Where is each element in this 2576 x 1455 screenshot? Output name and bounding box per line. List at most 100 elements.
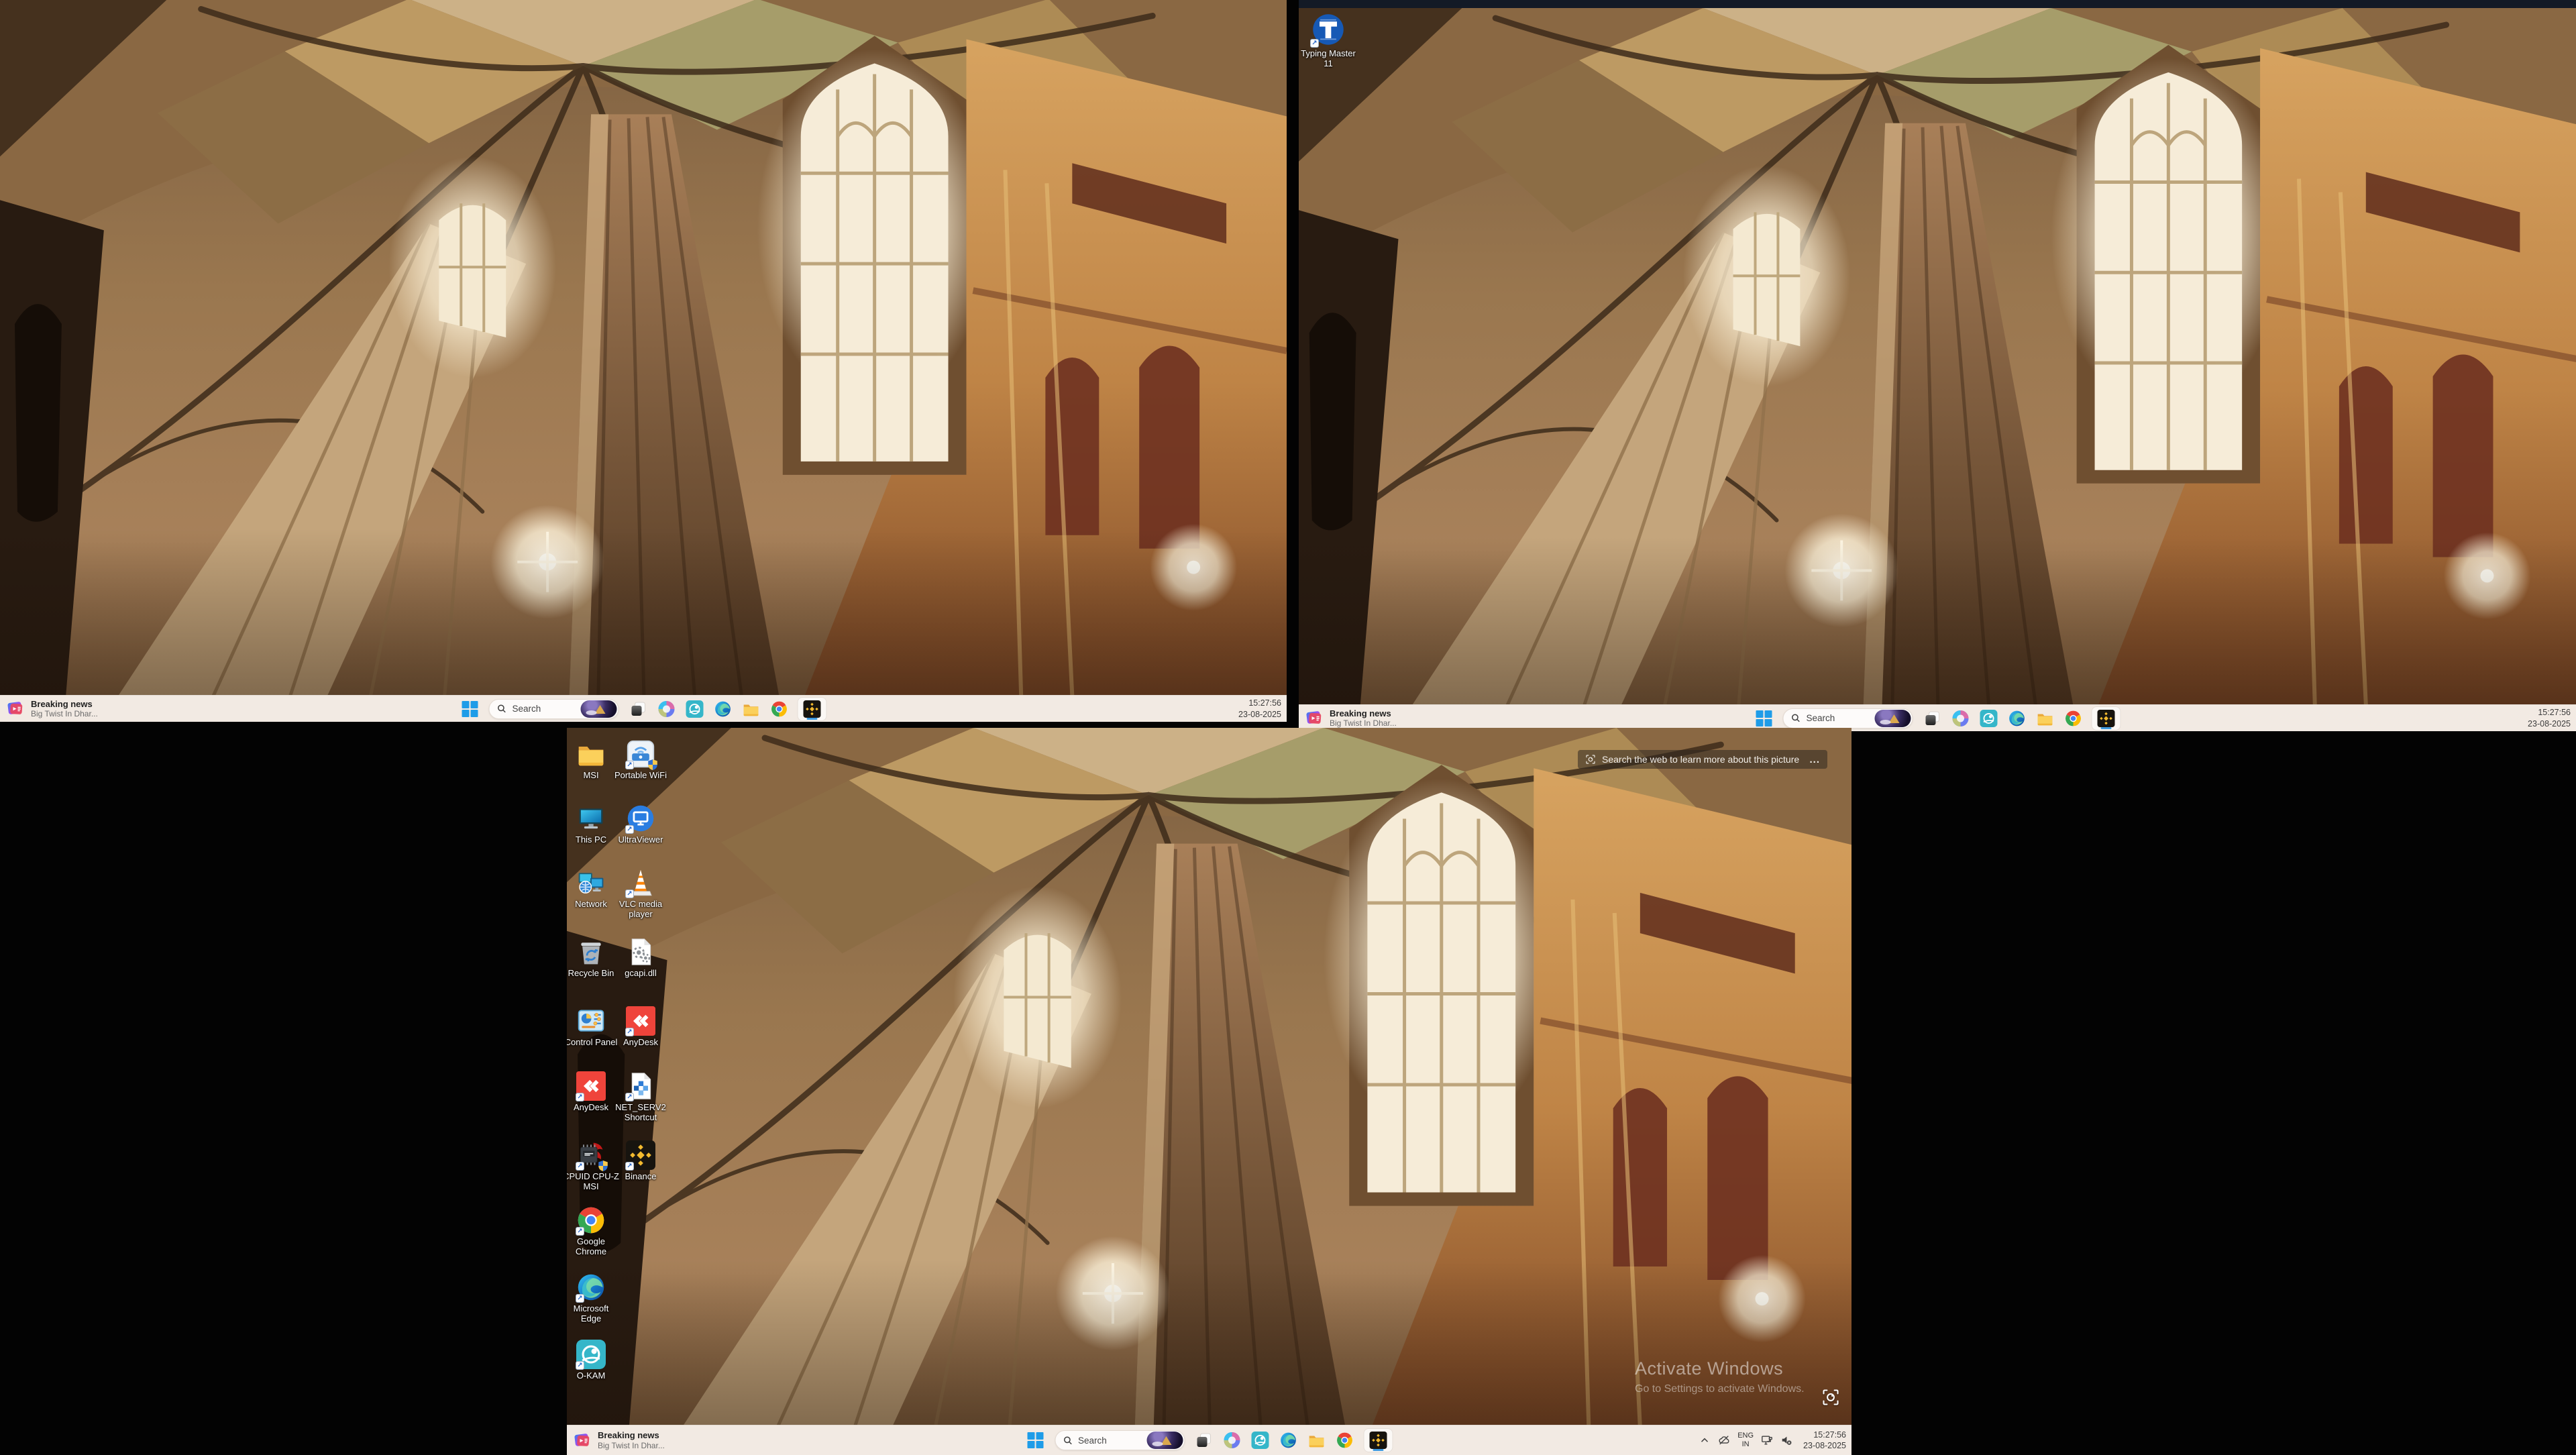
task-view-button[interactable] — [1923, 709, 1941, 727]
file-explorer-button[interactable] — [2036, 709, 2054, 727]
this-pc-icon — [576, 804, 606, 833]
shortcut-arrow-icon: ↗ — [576, 1162, 584, 1171]
widgets-button[interactable]: Breaking news Big Twist In Dhar... — [574, 1425, 665, 1455]
taskbar-right: ENGIN 15:27:56 23-08-2025 — [1699, 1425, 1846, 1455]
desktop-icon-gcapi-dll[interactable]: gcapi.dll — [612, 937, 669, 979]
edge-button[interactable] — [2008, 709, 2026, 727]
desktop-icon-edge[interactable]: ↗Microsoft Edge — [567, 1273, 619, 1324]
desktop-icon-vlc[interactable]: ↗VLC media player — [612, 868, 669, 919]
okam-icon — [686, 700, 703, 718]
desktop-icon-label: Control Panel — [567, 1038, 617, 1048]
system-tray: ENGIN — [1699, 1432, 1792, 1448]
desktop-icon-network[interactable]: Network — [567, 868, 619, 910]
desktop-icon-binance[interactable]: ↗Binance — [612, 1140, 669, 1182]
desktop-icon-cpu-z[interactable]: ↗CPUID CPU-Z MSI — [567, 1140, 619, 1191]
icon-art: ↗ — [626, 739, 655, 769]
icon-art: ↗ — [576, 1071, 606, 1101]
taskbar-clock[interactable]: 15:27:56 23-08-2025 — [1803, 1430, 1846, 1452]
okam-app-button[interactable] — [1251, 1432, 1269, 1450]
uac-shield-icon — [597, 1160, 609, 1172]
taskbar-center: Search — [1026, 1425, 1392, 1455]
taskbar-clock[interactable]: 15:27:56 23-08-2025 — [1238, 698, 1281, 720]
wallpaper-cathedral — [567, 728, 1851, 1455]
hidden-icons-chevron[interactable] — [1699, 1434, 1711, 1446]
search-placeholder: Search — [1078, 1436, 1141, 1446]
recycle-bin-icon — [576, 937, 606, 967]
chrome-button[interactable] — [770, 700, 788, 718]
news-widget-icon — [7, 700, 25, 718]
search-box[interactable]: Search — [1055, 1430, 1185, 1450]
chrome-icon — [2064, 710, 2082, 727]
taskbar: Breaking news Big Twist In Dhar... Searc… — [0, 695, 1287, 722]
search-spotlight-thumbnail[interactable] — [581, 700, 617, 718]
edge-button[interactable] — [1279, 1432, 1297, 1450]
file-explorer-icon — [742, 700, 759, 718]
language-switcher[interactable]: ENGIN — [1737, 1432, 1754, 1448]
copilot-button[interactable] — [1951, 709, 1970, 727]
chrome-button[interactable] — [2064, 709, 2082, 727]
start-button[interactable] — [1026, 1432, 1044, 1450]
desktop-icon-control-panel[interactable]: Control Panel — [567, 1006, 619, 1048]
search-icon — [497, 704, 507, 714]
edge-icon — [1280, 1432, 1297, 1449]
desktop-icon-label: VLC media player — [612, 900, 669, 919]
search-spotlight-thumbnail[interactable] — [1146, 1432, 1183, 1449]
desktop-icon-this-pc[interactable]: This PC — [567, 804, 619, 845]
start-button[interactable] — [461, 700, 479, 718]
uac-shield-icon — [647, 759, 659, 771]
chrome-icon — [770, 700, 788, 718]
desktop-icon-okam[interactable]: ↗O-KAM — [567, 1340, 619, 1381]
start-button[interactable] — [1755, 709, 1773, 727]
binance-button[interactable] — [798, 698, 826, 720]
icon-art — [576, 1006, 606, 1036]
binance-icon — [804, 700, 821, 718]
desktop-icon-label: Portable WiFi — [614, 771, 667, 781]
desktop-icon-typing-master[interactable]: ↗ Typing Master 11 — [1300, 12, 1356, 68]
spotlight-more-button[interactable]: ... — [1809, 754, 1820, 765]
chrome-button[interactable] — [1336, 1432, 1354, 1450]
edge-icon — [2008, 710, 2025, 727]
spotlight-camera-icon[interactable] — [1821, 1388, 1840, 1407]
widget-text: Breaking news Big Twist In Dhar... — [598, 1430, 665, 1450]
desktop-icon-recycle-bin[interactable]: Recycle Bin — [567, 937, 619, 979]
binance-button[interactable] — [2092, 707, 2121, 730]
desktop-icon-ultraviewer[interactable]: ↗UltraViewer — [612, 804, 669, 845]
taskbar-clock[interactable]: 15:27:56 23-08-2025 — [2528, 707, 2571, 729]
search-spotlight-thumbnail[interactable] — [1875, 710, 1911, 727]
desktop-icon-net-serv2[interactable]: ↗NET_SERV2 Shortcut — [612, 1071, 669, 1122]
ethernet-icon[interactable] — [1761, 1434, 1773, 1446]
binance-icon — [1369, 1432, 1387, 1449]
okam-app-button[interactable] — [686, 700, 704, 718]
desktop-icon-label: Microsoft Edge — [567, 1304, 619, 1324]
desktop-icon-label: NET_SERV2 Shortcut — [612, 1103, 669, 1122]
widgets-button[interactable]: Breaking news Big Twist In Dhar... — [7, 696, 98, 722]
search-box[interactable]: Search — [1783, 708, 1913, 729]
file-explorer-icon — [1308, 1432, 1326, 1449]
taskbar: Breaking news Big Twist In Dhar... Searc… — [567, 1425, 1851, 1455]
desktop-icon-portable-wifi[interactable]: ↗ Portable WiFi — [612, 739, 669, 781]
folder-icon — [576, 739, 606, 769]
icon-art: ↗ — [626, 804, 655, 833]
news-widget-icon — [574, 1432, 592, 1450]
task-view-button[interactable] — [629, 700, 647, 718]
edge-button[interactable] — [714, 700, 732, 718]
cloud-offline-icon[interactable] — [1718, 1434, 1730, 1446]
search-box[interactable]: Search — [489, 699, 619, 719]
desktop-icon-anydesk[interactable]: ↗AnyDesk — [612, 1006, 669, 1048]
copilot-button[interactable] — [1223, 1432, 1241, 1450]
desktop-icon-chrome[interactable]: ↗Google Chrome — [567, 1205, 619, 1256]
volume-muted-icon[interactable] — [1780, 1434, 1792, 1446]
spotlight-learn-more-bar[interactable]: Search the web to learn more about this … — [1578, 750, 1827, 769]
copilot-button[interactable] — [657, 700, 676, 718]
widget-text: Breaking news Big Twist In Dhar... — [31, 699, 98, 719]
binance-icon — [2098, 710, 2115, 727]
file-explorer-button[interactable] — [1307, 1432, 1326, 1450]
okam-app-button[interactable] — [1980, 709, 1998, 727]
binance-button[interactable] — [1364, 1429, 1392, 1452]
file-explorer-button[interactable] — [742, 700, 760, 718]
desktop-icon-label: CPUID CPU-Z MSI — [567, 1172, 619, 1191]
desktop-icon-anydesk-2[interactable]: ↗AnyDesk — [567, 1071, 619, 1113]
shortcut-arrow-icon: ↗ — [576, 1227, 584, 1236]
task-view-button[interactable] — [1195, 1432, 1213, 1450]
desktop-icon-msi[interactable]: MSI — [567, 739, 619, 781]
